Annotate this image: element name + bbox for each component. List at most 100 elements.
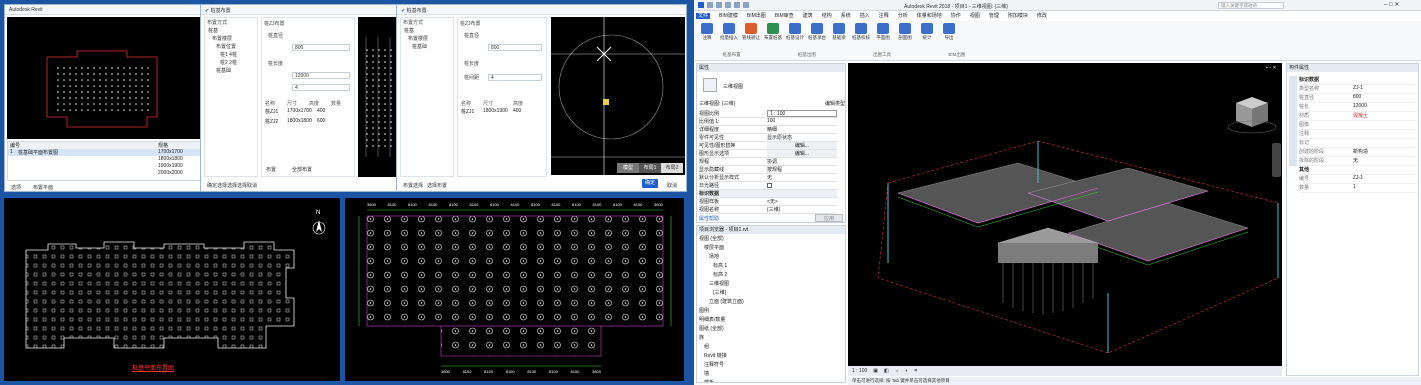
footer-option[interactable]: 布置选择 (403, 182, 423, 189)
prop-row[interactable]: 规程 协调 (699, 158, 837, 166)
prop-row[interactable]: 创建的阶段 新构造 (1299, 148, 1417, 157)
prop-row[interactable]: 桩长 12000 (1299, 103, 1417, 112)
place-all-button[interactable]: 全部布置 (292, 166, 312, 173)
prop-row[interactable]: 拆除的阶段无 (1299, 157, 1417, 166)
footer-option[interactable]: 选择布置 (427, 182, 447, 189)
ribbon-tab[interactable]: 协作 (951, 13, 961, 19)
sun-path-icon[interactable]: ☼ (895, 368, 900, 374)
ribbon-tab[interactable]: 注释 (879, 13, 889, 19)
ribbon-tool[interactable]: 平面图 (872, 23, 894, 41)
ribbon-tool[interactable]: 剖面图 (894, 23, 916, 41)
count-input[interactable]: 4 (488, 74, 542, 81)
place-button[interactable]: 布置 (266, 166, 276, 173)
ribbon-tab[interactable]: 分析 (898, 13, 908, 19)
tree-item[interactable]: 桩2 2桩 (208, 59, 257, 67)
tree-item[interactable]: 三维视图 (699, 280, 843, 289)
prop-row[interactable]: 桩直径 800 (1299, 94, 1417, 103)
tree-item[interactable]: 组 (699, 343, 843, 352)
tree-item[interactable]: 桩基 (208, 27, 257, 35)
ribbon-tool[interactable]: 桩基校核 (850, 23, 872, 41)
tree-item[interactable]: 标高 2 (699, 271, 843, 280)
ok-button[interactable]: 确定 (642, 179, 658, 188)
view-scale[interactable]: 1 : 100 (852, 368, 867, 374)
ribbon-tab[interactable]: BIM建模 (719, 13, 738, 19)
type-selector[interactable]: 三维视图 (699, 74, 845, 98)
ribbon-tab[interactable]: 插入 (860, 13, 870, 19)
ribbon-tab[interactable]: 修改 (1037, 13, 1047, 19)
prop-row[interactable]: 默认分析显示样式无 (699, 174, 837, 182)
properties-help-link[interactable]: 属性帮助 (699, 215, 719, 222)
ribbon-tool[interactable]: 布置桩基 (762, 23, 784, 41)
footer-option[interactable]: 选择选择 (227, 182, 247, 189)
prop-row[interactable]: 标记 (1299, 139, 1417, 148)
tab-layout2[interactable]: 布局2 (661, 163, 683, 173)
prop-row[interactable]: 比例值 1: 100 (699, 118, 837, 126)
ribbon-tool[interactable]: 基础梁 (828, 23, 850, 41)
tree-item[interactable]: 立面 (建筑立面) (699, 298, 843, 307)
maximize-icon[interactable]: □ (1389, 2, 1393, 8)
ribbon-tool[interactable]: 桩基承台 (806, 23, 828, 41)
prop-row[interactable]: 类型名称 ZJ-1 (1299, 85, 1417, 94)
ribbon-tool[interactable]: 统计 (916, 23, 938, 41)
prop-row[interactable]: 材质 混凝土 (1299, 112, 1417, 121)
ribbon-tab[interactable]: BIM审查 (775, 13, 794, 19)
tree-item[interactable]: 桩基础 (208, 67, 257, 75)
prop-row[interactable]: 视图比例 1 : 100 (699, 110, 837, 118)
tree-item[interactable]: 注释符号 (699, 361, 843, 370)
prop-row[interactable]: 可见性/图形替换 编辑... (699, 142, 837, 150)
ribbon-tool[interactable]: 管线避让 (740, 23, 762, 41)
tree-item[interactable]: 墙 (699, 370, 843, 379)
ribbon-tab[interactable]: 管理 (989, 13, 999, 19)
table-row[interactable]: 1900x1900 (8, 163, 200, 170)
table-row[interactable]: 桩ZJ2 1800x1800 600 (265, 118, 353, 128)
viewport-controls[interactable]: ▪ ▫ ✕ (1266, 65, 1277, 71)
table-row[interactable]: 桩ZJ1 1700x1700 400 (265, 108, 353, 118)
tree-item[interactable]: 楼层平面 (699, 244, 843, 253)
ribbon-tool[interactable]: 导出 (938, 23, 960, 41)
table-row[interactable]: 1800x1800 (8, 156, 200, 163)
tree-item[interactable]: 布置位置 (208, 43, 257, 51)
apply-button[interactable]: 应用 (815, 214, 843, 222)
tree-item[interactable]: 桩基础 (404, 43, 453, 51)
cancel-button[interactable]: 取消 (247, 182, 257, 189)
tree-item[interactable]: 族 (699, 334, 843, 343)
diameter-input[interactable]: 800 (292, 44, 350, 51)
view-dropdown[interactable]: 三维视图: {三维} (699, 100, 735, 109)
prop-row[interactable]: 日光路径 (699, 182, 837, 190)
tree-item[interactable]: 楼板 (699, 379, 843, 382)
ribbon-tab[interactable]: 视图 (970, 13, 980, 19)
prop-row[interactable]: 显示隐藏线 按规程 (699, 166, 837, 174)
prop-group-header[interactable]: 其他 (1299, 166, 1417, 175)
edit-type-button[interactable]: 编辑类型 (825, 100, 845, 109)
tab-layout1[interactable]: 布局1 (639, 163, 661, 173)
3d-viewport[interactable]: ▪ ▫ ✕ 1 : 100 ▣ ◧ ☼ ◐ ⌗ (848, 63, 1282, 376)
tree-item[interactable]: 图例 (699, 307, 843, 316)
detail-level-icon[interactable]: ▣ (873, 368, 878, 374)
ribbon-tab[interactable]: 附加模块 (1008, 13, 1028, 19)
search-input[interactable]: 键入关键字或短语 (1218, 2, 1284, 9)
tree-item[interactable]: 视图 (全部) (699, 235, 843, 244)
prop-row[interactable]: 数量 1 (1299, 184, 1417, 193)
length-input[interactable]: 12000 (292, 72, 350, 79)
ribbon-tool[interactable]: 桩基设计 (784, 23, 806, 41)
tab-model[interactable]: 模型 (617, 163, 639, 173)
diameter-input[interactable]: 800 (488, 44, 542, 51)
ribbon-tab[interactable]: 体量和场地 (917, 13, 942, 19)
tree-item[interactable]: 桩基 (404, 27, 453, 35)
prop-row[interactable]: 图像 (1299, 121, 1417, 130)
prop-row[interactable]: 图形显示选项 编辑... (699, 150, 837, 158)
prop-group-header[interactable]: 标识数据 (1299, 76, 1417, 85)
ribbon-tool[interactable]: 批量插入 (718, 23, 740, 41)
prop-row[interactable]: 编号 ZJ-1 (1299, 175, 1417, 184)
minimize-icon[interactable]: – (1384, 2, 1387, 8)
table-row[interactable]: 2000x2000 (8, 170, 200, 177)
prop-row[interactable]: 视图名称 {三维} (699, 206, 837, 214)
bottom-option[interactable]: 布置平面 (33, 184, 53, 191)
footer-option[interactable]: 确定选择 (207, 182, 227, 189)
view-cube[interactable] (1227, 97, 1277, 134)
table-row[interactable]: 1 桩基础平面布置图 1700x1700 (8, 149, 200, 156)
crop-icon[interactable]: ⌗ (914, 368, 917, 374)
ribbon-tab[interactable]: 系统 (841, 13, 851, 19)
checkbox[interactable] (767, 183, 772, 188)
tree-item[interactable]: {三维} (699, 289, 843, 298)
